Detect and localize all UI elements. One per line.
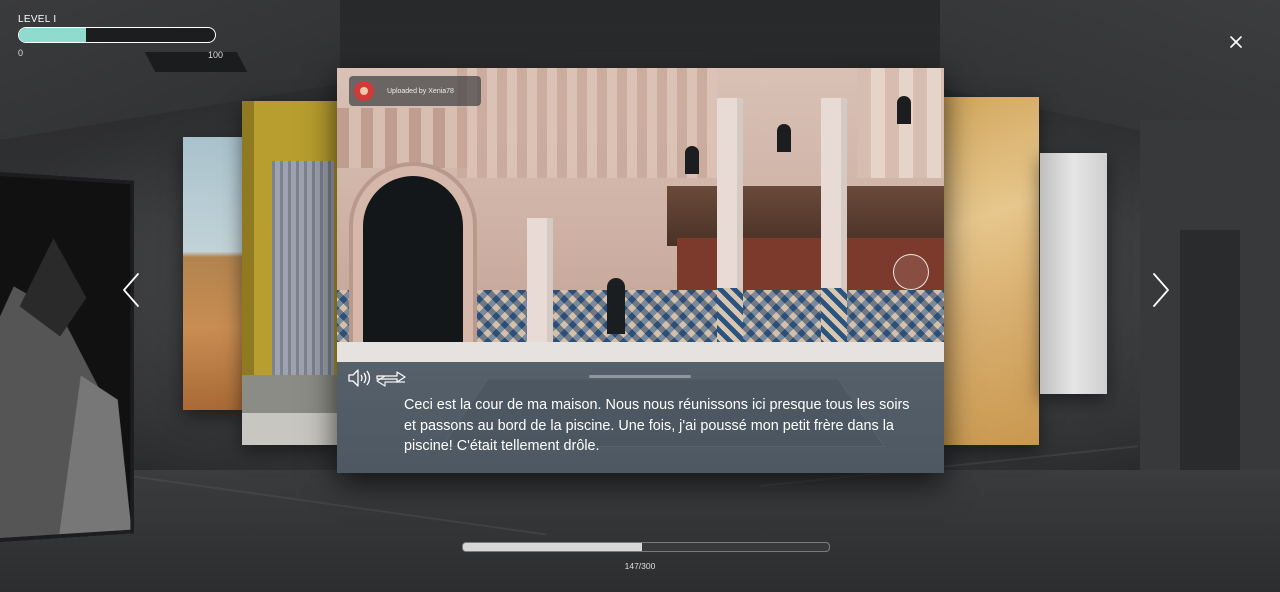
level-label: LEVEL I [18, 14, 57, 25]
photo-window [685, 146, 699, 174]
uploader-label: Uploaded by Xenia78 [387, 87, 454, 95]
carousel-card-yellow-door[interactable] [242, 101, 338, 445]
photo-small-arch [607, 278, 625, 334]
photo-window [777, 124, 791, 152]
swap-arrows-icon[interactable] [375, 370, 407, 388]
photo-wood-beam [667, 186, 944, 246]
gallery-floor [0, 470, 1280, 592]
featured-photo-card: Uploaded by Xenia78 Ceci est la cour de … [337, 68, 944, 473]
carousel-card-marble[interactable] [944, 97, 1039, 445]
uploader-badge[interactable]: Uploaded by Xenia78 [349, 76, 481, 106]
card-curtain [272, 161, 334, 377]
chevron-right-icon [1153, 273, 1169, 307]
drag-handle[interactable] [589, 375, 691, 378]
photo-pillar [527, 218, 553, 348]
photo-floor [337, 342, 944, 362]
close-button[interactable] [1224, 30, 1248, 54]
level-progress-bar [18, 27, 216, 43]
carousel-card-desert[interactable] [183, 137, 243, 410]
wall-artwork-left [0, 176, 131, 538]
photo-pillar-tiles [717, 288, 743, 346]
photo-pillar-tiles [821, 288, 847, 346]
level-progress-fill [19, 28, 86, 42]
carousel-card-white[interactable] [1040, 153, 1107, 394]
collection-progress-remaining [642, 543, 829, 551]
photo-arch [363, 176, 463, 346]
card-ground [242, 413, 338, 445]
caption-panel: Ceci est la cour de ma maison. Nous nous… [337, 362, 944, 473]
collection-progress-fill [463, 543, 643, 551]
ceiling-light-slot [144, 52, 248, 72]
chevron-left-icon [123, 273, 139, 307]
card-step [242, 375, 338, 415]
avatar-face [360, 87, 368, 95]
photo-hotspot[interactable] [893, 254, 929, 290]
collection-progress-text: 147/300 [624, 561, 656, 571]
photo-carving [337, 108, 477, 168]
courtyard-photo: Uploaded by Xenia78 [337, 68, 944, 362]
close-icon [1230, 36, 1242, 48]
previous-button[interactable] [116, 270, 146, 310]
caption-text: Ceci est la cour de ma maison. Nous nous… [404, 397, 910, 454]
photo-carving [457, 68, 717, 178]
level-max-label: 100 [208, 50, 224, 60]
speaker-icon[interactable] [347, 368, 371, 388]
photo-window [897, 96, 911, 124]
level-min-label: 0 [18, 48, 24, 58]
user-avatar-icon [354, 81, 374, 101]
collection-progress-bar [462, 542, 830, 552]
next-button[interactable] [1146, 270, 1176, 310]
